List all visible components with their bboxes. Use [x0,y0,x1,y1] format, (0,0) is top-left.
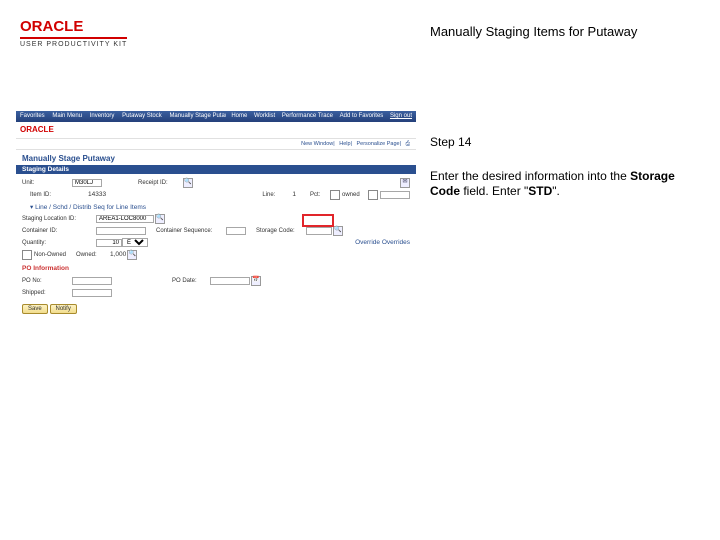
unit-label: Unit: [22,180,72,186]
po-date-input[interactable] [210,277,250,285]
nav-perf-trace[interactable]: Performance Trace [282,113,333,119]
breadcrumb: Favorites Main Menu Inventory Putaway St… [20,111,226,122]
owned-checkbox[interactable] [368,190,378,200]
notify-button[interactable]: Notify [50,304,77,314]
owned-value: 1,000 [110,251,126,258]
pct-checkbox[interactable] [330,190,340,200]
link-new-window[interactable]: New Window [301,141,333,147]
quantity-input[interactable] [96,239,122,247]
document-title: Manually Staging Items for Putaway [430,24,637,39]
shipped-label: Shipped: [22,290,72,296]
section-band: Staging Details [16,165,416,174]
instruction-text: Enter the desired information into the S… [430,169,690,200]
nav-inventory[interactable]: Inventory [90,113,115,119]
receipt-id-label: Receipt ID: [138,180,182,186]
page-toolbar: New Window| Help| Personalize Page| ⎙ [16,139,416,150]
line-label: Line: [262,192,292,198]
page-heading: Manually Stage Putaway [16,150,416,165]
step-label: Step 14 [430,135,690,151]
override-link[interactable]: Override Overrides [355,239,410,246]
staging-loc-label: Staging Location ID: [22,216,96,222]
non-owned-label: Non-Owned [34,252,76,258]
nav-home[interactable]: Home [231,113,247,119]
storage-code-input[interactable] [306,227,332,235]
owned-label: Owned: [76,252,110,258]
staging-loc-input[interactable] [96,215,154,223]
line-value: 1 [292,191,296,198]
nav-manually-stage[interactable]: Manually Stage Putaway [169,113,226,119]
lookup-icon[interactable]: 🔍 [183,178,193,188]
print-icon[interactable]: ⎙ [406,141,410,147]
nav-add-fav[interactable]: Add to Favorites [340,113,384,119]
shipped-input[interactable] [72,289,112,297]
po-no-input[interactable] [72,277,112,285]
link-help[interactable]: Help [339,141,350,147]
row-action-icon[interactable]: ✉ [400,178,410,188]
owned-input[interactable] [380,191,410,199]
pct-label: Pct: [310,192,330,198]
logo-row: ORACLE [16,122,416,139]
container-id-label: Container ID: [22,228,96,234]
nav-worklist[interactable]: Worklist [254,113,275,119]
brand-subtitle: USER PRODUCTIVITY KIT [20,37,127,48]
non-owned-checkbox[interactable] [22,250,32,260]
oracle-logo: ORACLE [20,18,127,35]
container-seq-label: Container Sequence: [156,228,226,234]
quantity-label: Quantity: [22,240,96,246]
save-button[interactable]: Save [22,304,48,314]
nav-main-menu[interactable]: Main Menu [52,113,82,119]
lookup-icon[interactable]: 🔍 [333,226,343,236]
link-personalize[interactable]: Personalize Page [357,141,400,147]
oracle-logo-small: ORACLE [20,125,54,134]
item-id-value: 14333 [88,191,106,198]
container-seq-input[interactable] [226,227,246,235]
instruction-panel: Step 14 Enter the desired information in… [430,135,690,200]
nav-favorites[interactable]: Favorites [20,113,45,119]
owned-label-short: owned [342,192,368,198]
calendar-icon[interactable]: 📅 [251,276,261,286]
unit-input[interactable] [72,179,102,187]
po-no-label: PO No: [22,278,72,284]
highlight-callout [302,214,334,227]
item-id-label: Item ID: [22,192,88,198]
quantity-uom-select[interactable]: EA [122,238,148,247]
app-screenshot: Favorites Main Menu Inventory Putaway St… [15,110,417,312]
po-info-section: PO Information [16,263,416,272]
toggle-line-items[interactable]: ▾ Line / Schd / Distrib Seq for Line Ite… [22,203,146,211]
nav-putaway-stock[interactable]: Putaway Stock [122,113,162,119]
container-id-input[interactable] [96,227,146,235]
form-area: Unit: Receipt ID: 🔍 ✉ Item ID: 14333 Lin… [16,174,416,263]
storage-code-label: Storage Code: [256,228,306,234]
top-nav-bar: Favorites Main Menu Inventory Putaway St… [16,111,416,122]
po-date-label: PO Date: [172,278,210,284]
lookup-icon[interactable]: 🔍 [155,214,165,224]
action-buttons: Save Notify [16,301,416,317]
lookup-icon[interactable]: 🔍 [127,250,137,260]
nav-signout[interactable]: Sign out [390,113,412,119]
nav-right: Home Worklist Performance Trace Add to F… [226,111,412,122]
brand-block: ORACLE USER PRODUCTIVITY KIT [20,18,127,49]
